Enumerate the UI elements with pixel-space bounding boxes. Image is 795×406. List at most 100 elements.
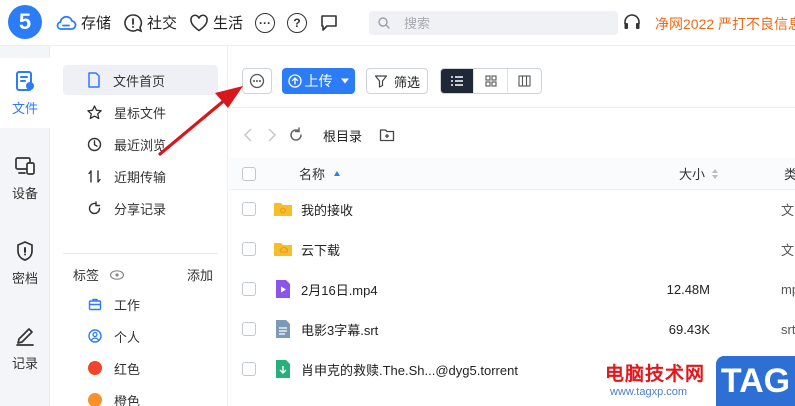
upload-button[interactable]: 上传: [282, 68, 355, 94]
transfer-icon: [88, 169, 101, 183]
table-row[interactable]: 我的接收 文: [229, 189, 795, 229]
table-row[interactable]: 电影3字幕.srt 69.43K srt: [229, 309, 795, 349]
row-checkbox[interactable]: [242, 322, 256, 336]
column-type[interactable]: 类: [784, 164, 795, 183]
sidebar-item-records[interactable]: 记录: [0, 313, 50, 383]
folder-icon: [274, 203, 292, 216]
nav-life[interactable]: 生活: [189, 12, 243, 33]
file-name[interactable]: 云下载: [301, 240, 340, 259]
nav-storage[interactable]: 存储: [55, 12, 111, 33]
column-size[interactable]: 大小: [679, 164, 719, 183]
tags-header: 标签 添加: [73, 265, 213, 284]
forward-icon[interactable]: [263, 127, 279, 143]
tag-item-personal[interactable]: 个人: [88, 323, 140, 349]
column-view-icon: [518, 75, 531, 87]
filter-button[interactable]: 筛选: [366, 68, 428, 94]
person-icon: [88, 329, 102, 343]
subnav-item-recent[interactable]: 最近浏览: [63, 129, 218, 159]
notice-text[interactable]: 净网2022 严打不良信息: [655, 14, 795, 34]
tags-add-button[interactable]: 添加: [187, 265, 213, 284]
subnav-item-file-home[interactable]: 文件首页: [63, 65, 218, 95]
tags-title: 标签: [73, 268, 100, 283]
tag-item-red[interactable]: 红色: [88, 355, 140, 381]
nav-storage-label: 存储: [81, 15, 112, 32]
subnav-item-transfers[interactable]: 近期传输: [63, 161, 218, 191]
tag-item-label: 工作: [114, 297, 141, 313]
grid-view-button[interactable]: [474, 69, 508, 93]
file-size: 69.43K: [668, 321, 710, 337]
sidebar-item-devices[interactable]: 设备: [0, 143, 50, 213]
row-checkbox[interactable]: [242, 282, 256, 296]
shield-lock-icon: [17, 240, 33, 261]
cloud-folder-icon: [274, 243, 292, 256]
top-bar: 5 存储 社交 生活 ··· ? 搜索 净网2022 严打不良信息: [0, 0, 795, 46]
file-name[interactable]: 我的接收: [301, 200, 353, 219]
tag-item-work[interactable]: 工作: [88, 291, 140, 317]
file-name[interactable]: 肖申克的救赎.The.Sh...@dyg5.torrent: [301, 360, 518, 379]
filter-label: 筛选: [393, 74, 420, 90]
refresh-icon[interactable]: [288, 127, 304, 143]
table-row[interactable]: 肖申克的救赎.The.Sh...@dyg5.torrent: [229, 349, 795, 389]
back-icon[interactable]: [241, 127, 257, 143]
document-file-icon: [276, 320, 290, 338]
tag-item-orange[interactable]: 橙色: [88, 387, 140, 406]
sidebar-item-vault[interactable]: 密档: [0, 228, 50, 298]
watermark-text: 电脑技术网: [605, 364, 706, 385]
help-icon[interactable]: ?: [287, 12, 308, 33]
app-logo[interactable]: 5: [8, 5, 42, 39]
sidebar-item-label: 记录: [11, 355, 38, 371]
row-checkbox[interactable]: [242, 362, 256, 376]
more-dots-icon[interactable]: ···: [255, 12, 276, 33]
video-file-icon: [276, 280, 290, 298]
new-folder-icon[interactable]: [379, 127, 395, 143]
sidebar-item-label: 密档: [11, 270, 38, 286]
toolbar: 上传 筛选: [229, 46, 795, 108]
column-name[interactable]: 名称: [299, 164, 341, 183]
table-header: 名称 大小 类: [229, 158, 795, 190]
nav-social[interactable]: 社交: [123, 12, 177, 33]
file-home-icon: [88, 72, 100, 88]
message-icon[interactable]: [319, 13, 339, 33]
search-box[interactable]: [369, 11, 618, 35]
chat-bubble-icon: [124, 13, 143, 32]
pencil-icon: [16, 327, 34, 346]
headset-icon[interactable]: [623, 13, 641, 31]
upload-icon: [287, 74, 302, 88]
sidebar-item-files[interactable]: 文件: [0, 58, 50, 128]
subnav-item-shares[interactable]: 分享记录: [63, 193, 218, 223]
row-checkbox[interactable]: [242, 202, 256, 216]
column-size-label: 大小: [679, 167, 706, 182]
file-type: 文: [781, 242, 795, 258]
list-view-icon: [451, 76, 464, 86]
device-icon: [15, 156, 35, 175]
nav-social-label: 社交: [147, 15, 178, 32]
breadcrumb-root[interactable]: 根目录: [323, 126, 362, 145]
path-bar: 根目录: [229, 123, 795, 147]
watermark-url: www.tagxp.com: [610, 386, 688, 398]
subnav-item-starred[interactable]: 星标文件: [63, 97, 218, 127]
file-name[interactable]: 2月16日.mp4: [301, 280, 378, 299]
more-button[interactable]: [242, 68, 272, 94]
tag-item-label: 个人: [114, 329, 141, 345]
orange-dot-icon: [88, 393, 102, 406]
tag-item-label: 橙色: [114, 393, 141, 406]
eye-icon[interactable]: [109, 269, 125, 281]
list-view-button[interactable]: [441, 69, 475, 93]
file-type: 文: [781, 202, 795, 218]
row-checkbox[interactable]: [242, 242, 256, 256]
briefcase-icon: [88, 298, 102, 311]
column-view-button[interactable]: [508, 69, 541, 93]
select-all-checkbox[interactable]: [242, 166, 256, 181]
search-input[interactable]: [404, 15, 594, 31]
star-icon: [87, 104, 102, 119]
nav-life-label: 生活: [213, 15, 244, 32]
view-mode-group: [440, 68, 542, 94]
table-row[interactable]: 云下载 文: [229, 229, 795, 269]
table-row[interactable]: 2月16日.mp4 12.48M mp: [229, 269, 795, 309]
cloud-icon: [56, 15, 77, 30]
sort-toggle-icon: [712, 168, 719, 179]
caret-down-icon: [340, 78, 349, 84]
file-name[interactable]: 电影3字幕.srt: [301, 320, 378, 339]
red-dot-icon: [88, 361, 102, 375]
clock-icon: [87, 137, 102, 151]
